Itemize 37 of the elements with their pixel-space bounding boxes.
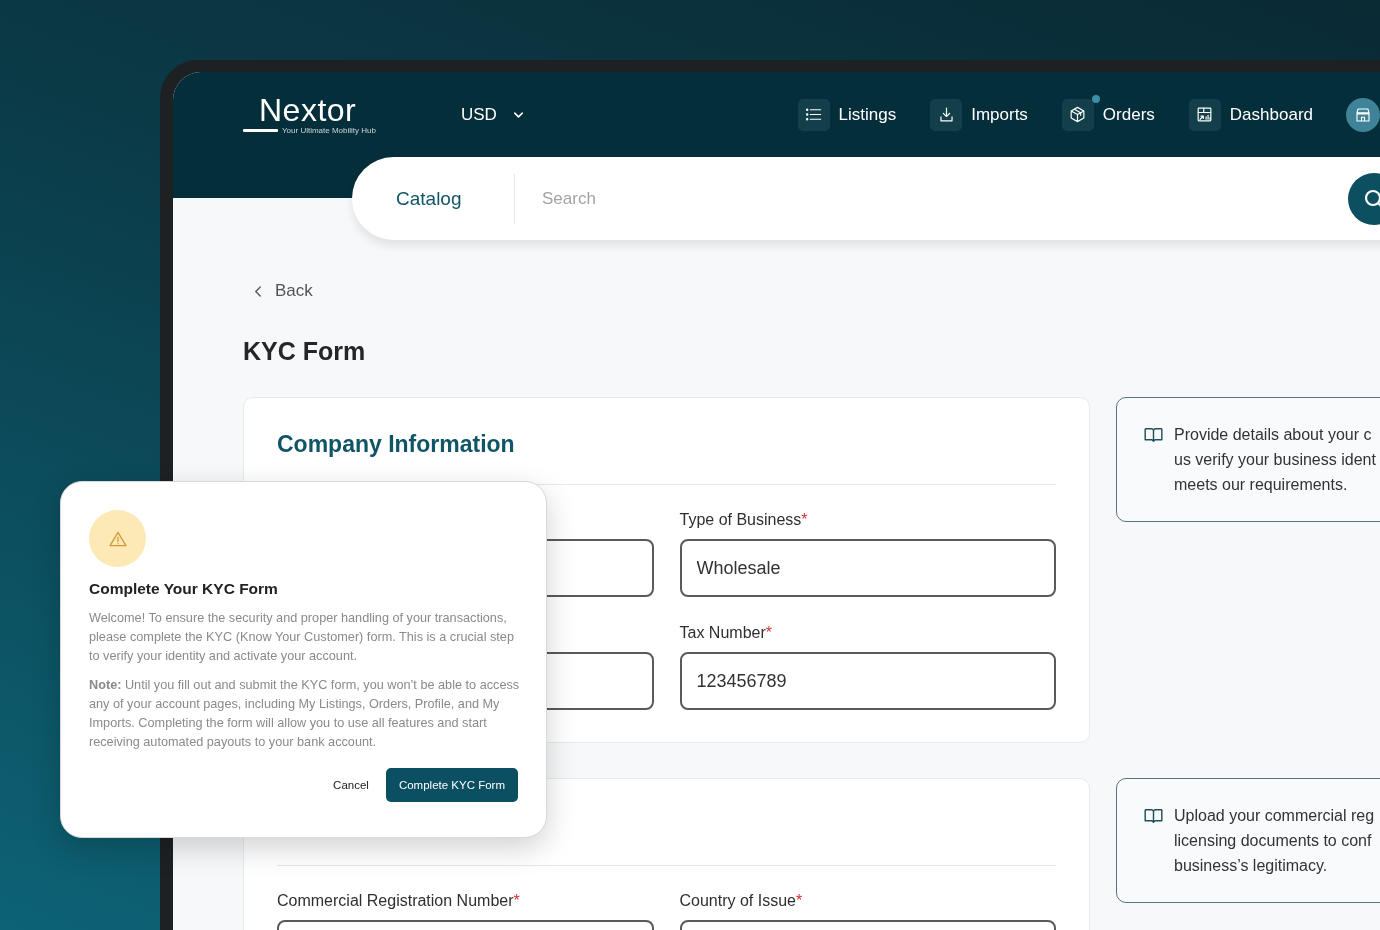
logo-underline-icon — [243, 129, 278, 132]
field-label: Commercial Registration Number* — [277, 891, 520, 911]
logo-text: Nextor — [259, 93, 357, 126]
list-icon — [797, 98, 830, 131]
book-icon — [1144, 427, 1163, 443]
field-label: Tax Number* — [679, 623, 772, 643]
box-icon — [1061, 98, 1094, 131]
info-text: Provide details about your c us verify your business ident meets our requirements. — [1174, 425, 1376, 495]
chevron-left-icon — [255, 285, 261, 297]
store-icon — [1354, 105, 1372, 124]
store-button[interactable] — [1346, 97, 1380, 132]
input-field[interactable]: 123456789 — [679, 652, 1056, 710]
nav-link[interactable]: Listings — [797, 92, 897, 137]
nav-link[interactable]: Orders — [1061, 92, 1155, 137]
dashboard-icon — [1188, 98, 1221, 131]
download-icon — [930, 98, 963, 131]
chevron-down-icon — [513, 111, 523, 118]
currency-dropdown[interactable]: USD — [461, 104, 523, 125]
input-field[interactable]: Wholesale — [679, 539, 1056, 597]
search-field[interactable]: Search — [540, 187, 1348, 210]
back-link[interactable]: Back — [255, 280, 313, 302]
catalog-button[interactable]: Catalog — [352, 173, 514, 224]
warning-icon — [89, 510, 146, 567]
cancel-button[interactable]: Cancel — [325, 768, 377, 802]
field-label: Type of Business* — [679, 510, 808, 530]
nav-link[interactable]: Dashboard — [1188, 92, 1313, 137]
dialog-text: Welcome! To ensure the security and proper handling of your transactions, please complete the KYC (Know Your Customer) form. This is a crucial step to verify your identity and activate your account. — [89, 610, 515, 665]
info-text: Upload your commercial reg licensing documents to conf business’s legitimacy. — [1174, 806, 1375, 876]
complete-button[interactable]: Complete KYC Form — [385, 768, 518, 802]
section-title: Company Information — [277, 430, 515, 459]
dialog-title: Complete Your KYC Form — [89, 579, 278, 599]
page-title: KYC Form — [243, 336, 366, 366]
nav-link[interactable]: Imports — [930, 92, 1028, 137]
dialog-text: Note: Until you fill out and submit the KYC form, you won’t be able to access any of your account pages, including My Listings, Orders, Profile, and My Imports. Completing the form will allow you to use all features and start receiving automated payouts to your bank account. — [89, 677, 521, 751]
logo-tagline: Your Ultimate Mobility Hub — [282, 125, 376, 136]
book-icon — [1144, 808, 1163, 824]
field-label: Country of Issue* — [679, 891, 803, 911]
